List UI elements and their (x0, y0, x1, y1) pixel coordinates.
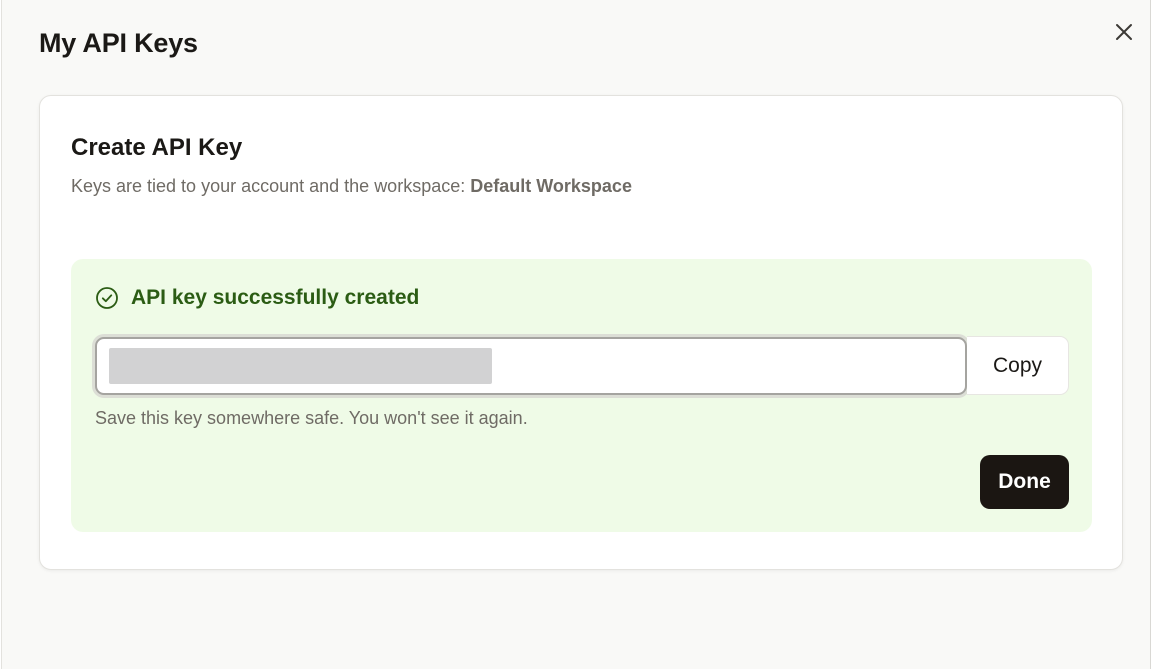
api-keys-modal: My API Keys Create API Key Keys are tied… (1, 0, 1151, 669)
check-circle-icon (95, 286, 119, 310)
create-api-key-card: Create API Key Keys are tied to your acc… (39, 95, 1123, 570)
help-text: Save this key somewhere safe. You won't … (95, 408, 528, 428)
close-icon (1110, 18, 1138, 46)
api-key-field (95, 337, 967, 395)
success-panel: API key successfully created Copy Save t… (71, 259, 1092, 532)
card-title: Create API Key (71, 134, 243, 161)
done-button[interactable]: Done (980, 455, 1069, 509)
close-button[interactable] (1110, 18, 1138, 46)
workspace-name: Default Workspace (470, 176, 632, 196)
card-subtitle: Keys are tied to your account and the wo… (71, 176, 632, 197)
subtitle-text: Keys are tied to your account and the wo… (71, 176, 471, 196)
api-key-redaction (109, 348, 492, 384)
copy-button[interactable]: Copy (967, 336, 1069, 395)
modal-title: My API Keys (39, 28, 198, 58)
success-message: API key successfully created (131, 286, 420, 309)
